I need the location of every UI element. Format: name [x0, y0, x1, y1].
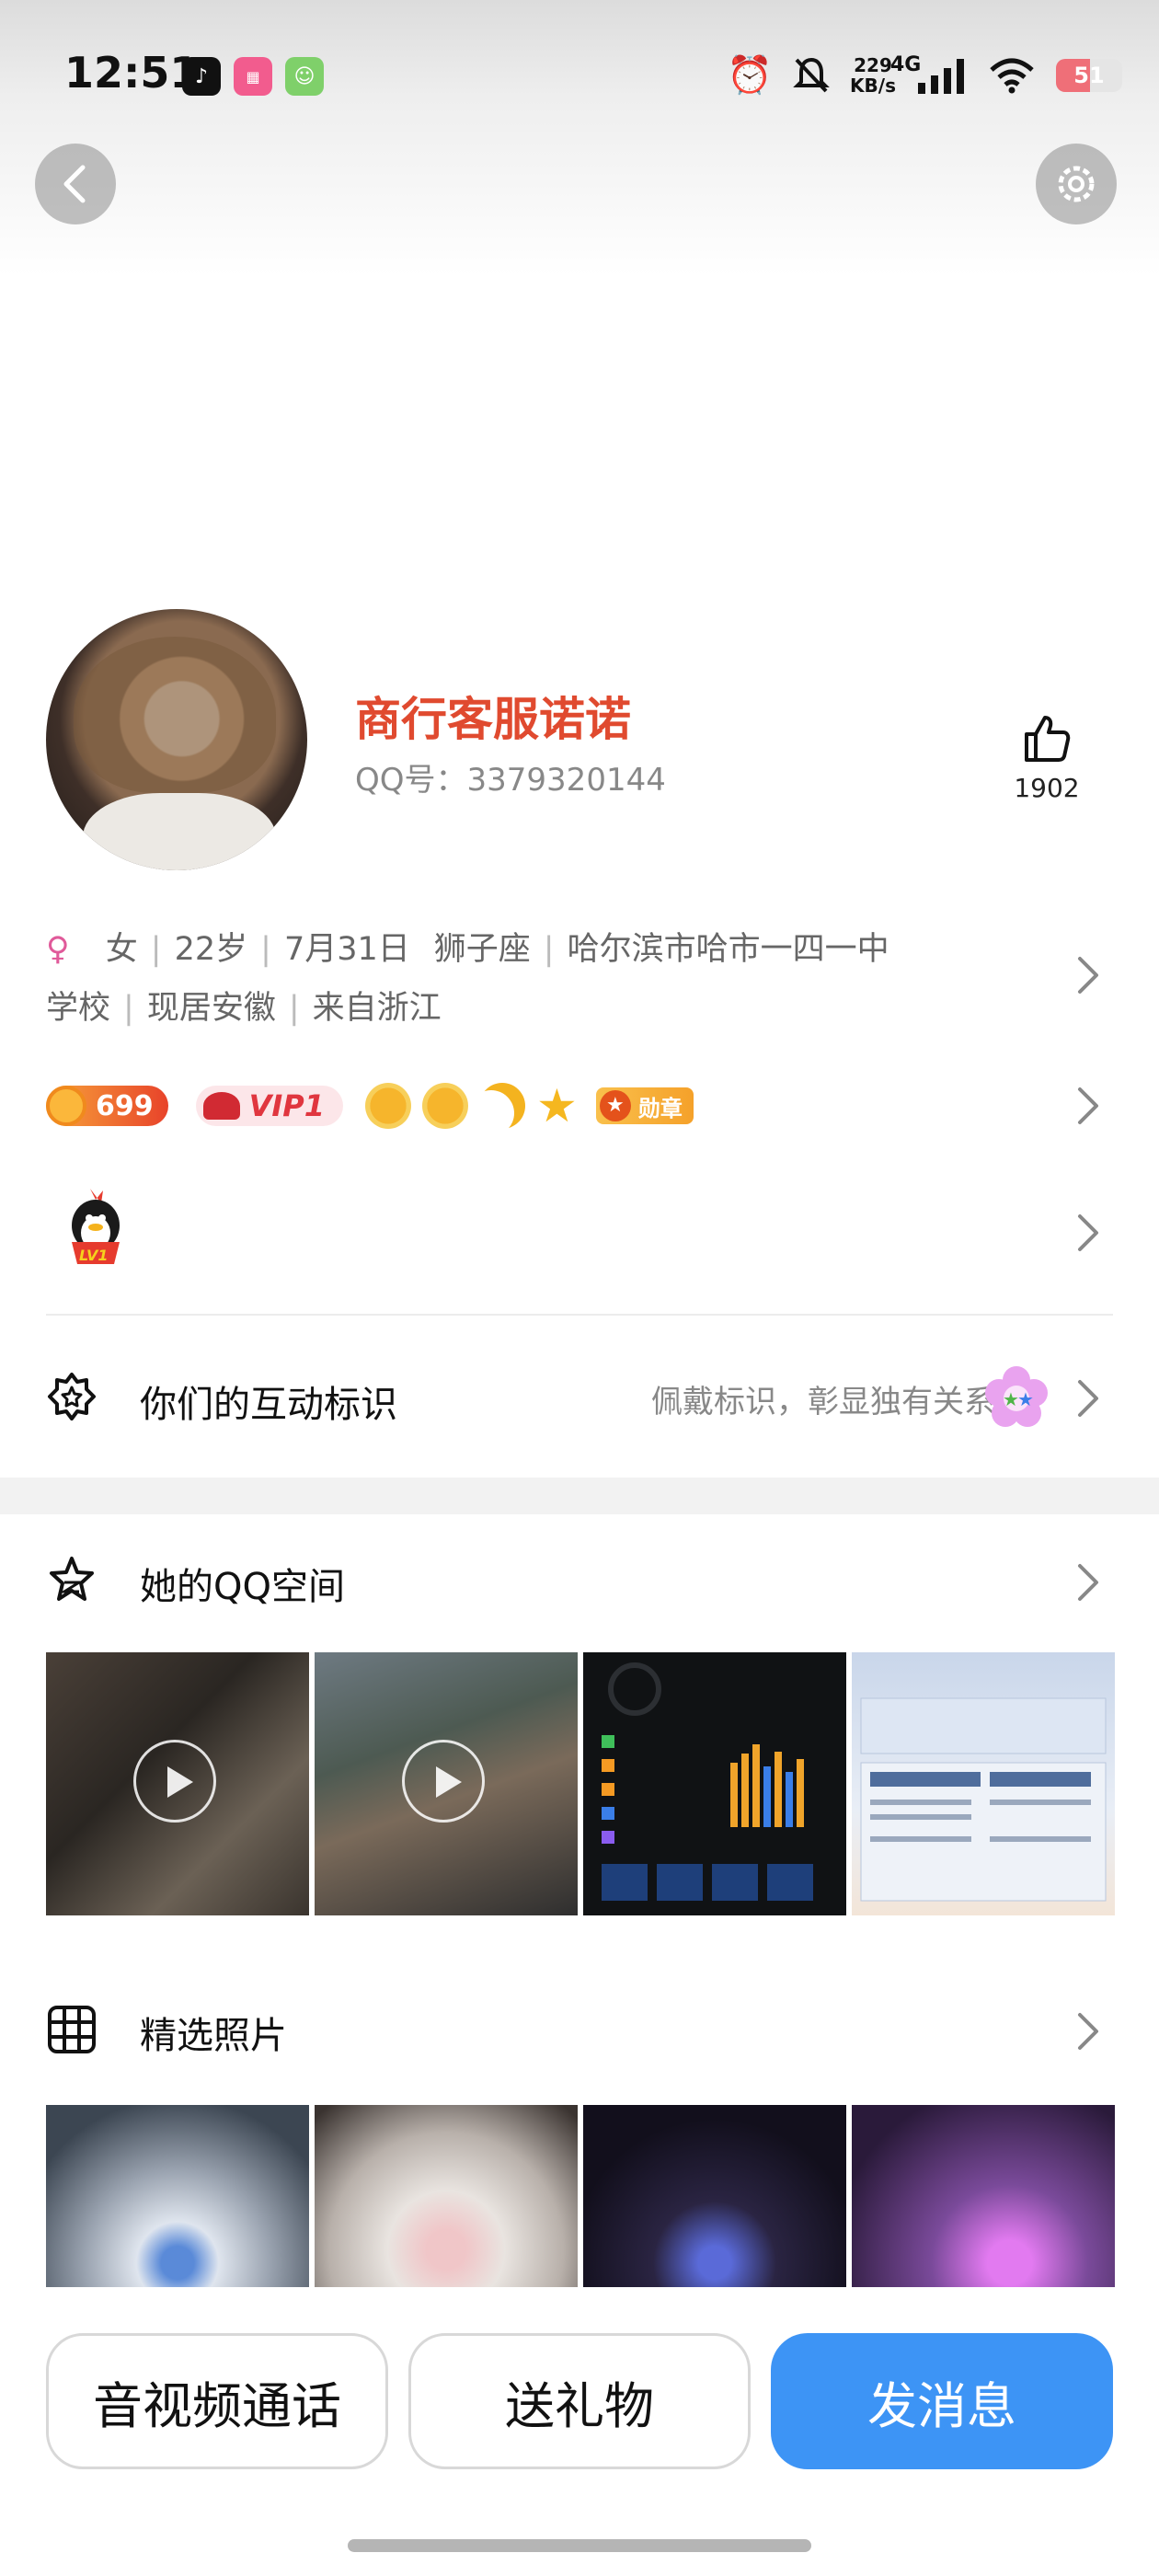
- medal-badge: ★ 勋章: [595, 1087, 694, 1124]
- interaction-hint: 佩戴标识，彰显独有关系: [651, 1384, 995, 1420]
- featured-title[interactable]: 精选照片: [140, 2006, 287, 2059]
- qzone-photo-thumbnail[interactable]: [583, 1652, 846, 1915]
- bilibili-icon: ▦: [234, 57, 272, 96]
- mute-bell-icon: [793, 57, 830, 92]
- chevron-right-icon[interactable]: [1074, 1086, 1102, 1126]
- medal-star-icon: ★: [599, 1090, 631, 1121]
- school-text-suffix: 学校: [46, 990, 111, 1027]
- chevron-right-icon[interactable]: [1074, 1213, 1102, 1253]
- chevron-right-icon[interactable]: [1074, 1562, 1102, 1603]
- medal-label: 勋章: [637, 1095, 683, 1121]
- tiktok-icon: ♪: [182, 57, 221, 96]
- badge-star-icon: [48, 1373, 96, 1420]
- network-type: 4G: [890, 53, 922, 76]
- badges-row[interactable]: 699 VIP1 ★ ★ 勋章: [46, 1078, 694, 1133]
- like-count: 1902: [1014, 773, 1080, 803]
- section-divider: [0, 1478, 1159, 1514]
- thumbs-up-icon: [1025, 716, 1071, 762]
- qq-number: QQ号：3379320144: [355, 762, 666, 799]
- qzone-video-thumbnail[interactable]: [315, 1652, 578, 1915]
- avatar[interactable]: [46, 609, 307, 870]
- sun-icon: [365, 1083, 412, 1129]
- current-location-text: 现居安徽: [146, 990, 276, 1027]
- chevron-left-icon: [63, 165, 86, 203]
- female-icon: ♀: [46, 931, 70, 968]
- profile-name: 商行客服诺诺: [355, 693, 631, 746]
- school-text: 哈尔滨市哈市一四一中: [567, 931, 889, 968]
- chevron-right-icon[interactable]: [1074, 2011, 1102, 2052]
- qzone-thumbnails: [46, 1652, 1115, 1915]
- coin-count: 699: [96, 1089, 154, 1122]
- send-gift-button[interactable]: 送礼物: [408, 2333, 751, 2469]
- hometown-text: 来自浙江: [312, 990, 442, 1027]
- vip-crown-icon: [202, 1092, 240, 1120]
- home-indicator[interactable]: [348, 2539, 811, 2552]
- grid-icon: [48, 2006, 96, 2053]
- green-app-icon: ☺: [285, 57, 324, 96]
- network-speed: 229 KB/s: [850, 55, 896, 96]
- zodiac-text: 狮子座: [433, 931, 531, 968]
- qq-penguin-level-icon[interactable]: LV1: [59, 1185, 132, 1273]
- coin-icon: [46, 1086, 86, 1126]
- flower-badge-icon: ★ ★: [985, 1366, 1048, 1427]
- qzone-title[interactable]: 她的QQ空间: [140, 1557, 345, 1610]
- chevron-right-icon[interactable]: [1074, 955, 1102, 995]
- coin-badge: 699: [46, 1086, 168, 1126]
- gear-icon: [1058, 166, 1095, 202]
- game-stats-screenshot: [860, 1697, 1107, 1902]
- battery-indicator: 51: [1056, 58, 1122, 92]
- play-icon: [402, 1740, 485, 1823]
- wifi-icon: [990, 58, 1034, 93]
- play-icon: [133, 1740, 216, 1823]
- alarm-icon: ⏰: [727, 54, 774, 97]
- qzone-photo-thumbnail[interactable]: [852, 1652, 1115, 1915]
- settings-button[interactable]: [1036, 144, 1117, 224]
- like-button[interactable]: 1902: [1003, 710, 1091, 803]
- profile-info[interactable]: ♀ 女 | 22岁 | 7月31日 狮子座 | 哈尔滨市哈市一四一中 学校 | 现居安徽 | 来自浙江: [46, 920, 984, 1038]
- status-bar: 12:51 ♪ ▦ ☺ ⏰ 229 KB/s 51: [0, 0, 1159, 156]
- qq-level-icons: ★: [365, 1083, 578, 1129]
- network-speed-unit: KB/s: [850, 74, 896, 97]
- svg-text:★: ★: [1017, 1388, 1034, 1410]
- notification-app-icons: ♪ ▦ ☺: [182, 57, 324, 96]
- gender-text: 女: [105, 931, 138, 968]
- sun-icon: [422, 1083, 469, 1129]
- qzone-star-icon: [50, 1557, 94, 1601]
- chevron-right-icon[interactable]: [1074, 1378, 1102, 1419]
- av-call-button[interactable]: 音视频通话: [46, 2333, 388, 2469]
- qzone-video-thumbnail[interactable]: [46, 1652, 309, 1915]
- back-button[interactable]: [35, 144, 116, 224]
- network-speed-value: 229: [854, 53, 892, 76]
- interaction-title[interactable]: 你们的互动标识: [140, 1374, 397, 1428]
- star-icon: ★: [536, 1079, 578, 1133]
- divider: [46, 1314, 1113, 1316]
- svg-text:LV1: LV1: [79, 1247, 109, 1264]
- age-text: 22岁: [174, 931, 248, 968]
- vip-badge: VIP1: [195, 1086, 344, 1126]
- vip-label: VIP1: [248, 1088, 326, 1123]
- status-indicators: ⏰ 229 KB/s 51: [727, 53, 1122, 97]
- moon-icon: [479, 1083, 525, 1129]
- battery-level: 51: [1073, 62, 1105, 88]
- gpu-stats-screenshot: [602, 1662, 813, 1901]
- signal-icon: [918, 58, 964, 94]
- birthday-text: 7月31日: [283, 931, 410, 968]
- status-time: 12:51: [64, 48, 200, 98]
- send-message-button[interactable]: 发消息: [771, 2333, 1113, 2469]
